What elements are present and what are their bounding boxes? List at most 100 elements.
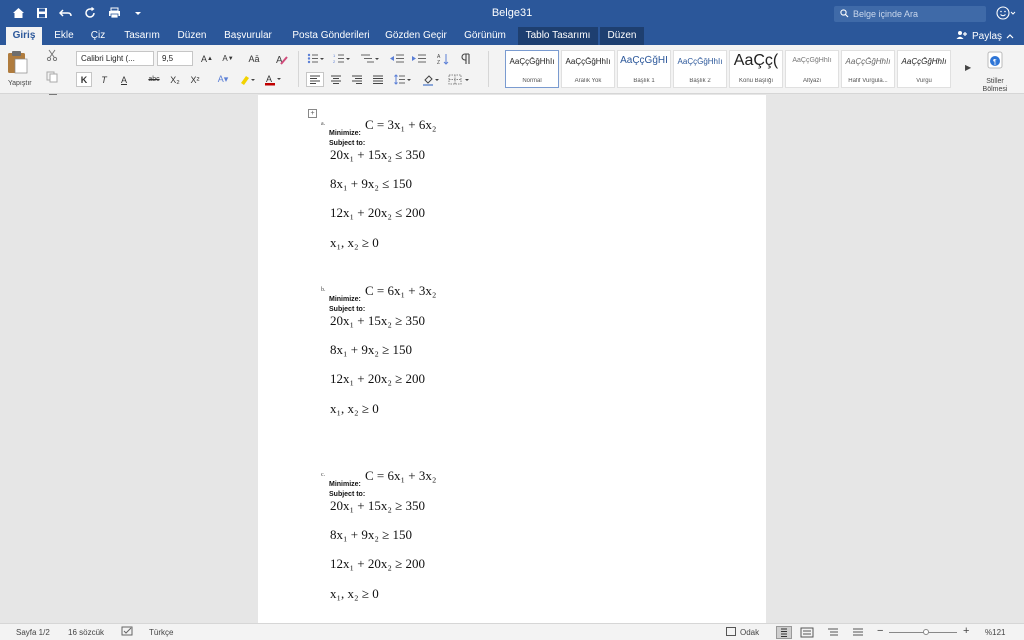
objective-function: C = 6x₁ + 3x₂: [365, 283, 437, 298]
highlight-icon[interactable]: [236, 72, 258, 87]
minimize-label: Minimize:: [329, 296, 361, 303]
increase-indent-icon[interactable]: [410, 51, 428, 66]
collapse-ribbon-icon[interactable]: [1006, 31, 1014, 42]
tab-ekle[interactable]: Ekle: [50, 27, 78, 45]
status-bar: Sayfa 1/2 16 sözcük Türkçe Odak − + %121: [0, 623, 1024, 640]
underline-button[interactable]: A: [116, 72, 132, 87]
constraint: x₁, x₂ ≥ 0: [330, 586, 379, 601]
search-icon: [840, 8, 849, 20]
objective-function: C = 3x₁ + 6x₂: [365, 117, 437, 132]
font-size-dropdown[interactable]: 9,5: [157, 51, 193, 66]
subject-to-label: Subject to:: [329, 306, 366, 313]
change-case-icon[interactable]: Aā: [244, 51, 264, 66]
bold-button[interactable]: K: [76, 72, 92, 87]
clear-formatting-icon[interactable]: A: [272, 51, 292, 66]
title-bar: Belge31 Belge içinde Ara: [0, 0, 1024, 27]
subscript-button[interactable]: X₂: [167, 72, 183, 87]
cut-icon[interactable]: [46, 48, 60, 66]
style-name: Aralık Yok: [574, 78, 602, 84]
constraint: 20x₁ + 15x₂ ≥ 350: [330, 498, 426, 513]
font-size-value: 9,5: [162, 54, 174, 63]
copy-icon[interactable]: [46, 70, 60, 88]
tab-giris[interactable]: Giriş: [6, 27, 42, 45]
style-sample: AaÇçĞğHhIı: [845, 57, 891, 66]
tab-tasarim[interactable]: Tasarım: [120, 27, 164, 45]
constraint: x₁, x₂ ≥ 0: [330, 235, 379, 250]
bullets-icon[interactable]: [305, 51, 327, 66]
document-page[interactable]: + a. C = 3x₁ + 6x₂ Minimize: Subject to:…: [258, 95, 766, 623]
constraint: 12x₁ + 20x₂ ≤ 200: [330, 205, 426, 220]
styles-more-icon[interactable]: ▶: [965, 63, 971, 72]
zoom-out-icon[interactable]: −: [877, 625, 883, 637]
styles-pane-button[interactable]: ¶ Stiller Bölmesi: [982, 51, 1008, 93]
tab-gozden-gecir[interactable]: Gözden Geçir: [383, 27, 449, 45]
zoom-slider-knob[interactable]: [923, 629, 929, 635]
tab-tablo-tasarimi[interactable]: Tablo Tasarımı: [518, 27, 598, 45]
superscript-button[interactable]: X²: [187, 72, 203, 87]
style-subtle-emphasis[interactable]: AaÇçĞğHhIı Hafif Vurgula...: [841, 50, 895, 88]
multilevel-list-icon[interactable]: [358, 51, 382, 66]
decrease-indent-icon[interactable]: [388, 51, 406, 66]
numbering-icon[interactable]: 12: [331, 51, 353, 66]
italic-button[interactable]: T: [96, 72, 112, 87]
tab-tablo-duzen[interactable]: Düzen: [600, 27, 644, 45]
style-normal[interactable]: AaÇçĞğHhIı Normal: [505, 50, 559, 88]
constraint: 12x₁ + 20x₂ ≥ 200: [330, 556, 426, 571]
subject-to-label: Subject to:: [329, 491, 366, 498]
style-sample: AaÇçĞğHhIı: [565, 57, 611, 66]
style-sample: AaÇç(: [733, 52, 779, 69]
outline-view-icon[interactable]: [826, 627, 840, 640]
page-count[interactable]: Sayfa 1/2: [16, 628, 50, 637]
style-heading-2[interactable]: AaÇçĞğHhIı Başlık 2: [673, 50, 727, 88]
language-label[interactable]: Türkçe: [149, 628, 173, 637]
sort-icon[interactable]: AZ: [436, 51, 452, 66]
font-name-dropdown[interactable]: Calibri Light (...: [76, 51, 154, 66]
paste-button[interactable]: Yapıştır: [6, 49, 40, 91]
shrink-font-icon[interactable]: A ▼: [220, 51, 236, 66]
word-count[interactable]: 16 sözcük: [68, 628, 104, 637]
shading-icon[interactable]: [420, 72, 442, 87]
style-sample: AaÇçĞğHI: [620, 55, 668, 66]
tab-posta-gonderileri[interactable]: Posta Gönderileri: [286, 27, 376, 45]
font-color-icon[interactable]: A: [262, 72, 284, 87]
focus-icon[interactable]: [726, 627, 736, 638]
draft-view-icon[interactable]: [851, 627, 865, 640]
align-center-icon[interactable]: [327, 72, 345, 87]
tab-duzen[interactable]: Düzen: [172, 27, 212, 45]
grow-font-icon[interactable]: A ▲: [199, 51, 215, 66]
show-paragraph-marks-icon[interactable]: [458, 51, 474, 66]
focus-label[interactable]: Odak: [740, 628, 759, 637]
search-box[interactable]: Belge içinde Ara: [834, 6, 986, 22]
justify-icon[interactable]: [369, 72, 387, 87]
feedback-smiley-icon[interactable]: [996, 5, 1016, 22]
zoom-level[interactable]: %121: [985, 628, 1005, 637]
style-subtitle[interactable]: AaÇçĞğHhIı Altyazı: [785, 50, 839, 88]
style-heading-1[interactable]: AaÇçĞğHI Başlık 1: [617, 50, 671, 88]
style-no-spacing[interactable]: AaÇçĞğHhIı Aralık Yok: [561, 50, 615, 88]
borders-icon[interactable]: [446, 72, 474, 87]
paste-icon: [8, 51, 28, 74]
problem-label: c.: [321, 472, 326, 478]
align-left-button[interactable]: [306, 72, 324, 87]
text-effects-icon[interactable]: A▾: [212, 72, 234, 87]
proofing-icon[interactable]: [121, 626, 135, 639]
table-move-handle-icon[interactable]: +: [308, 109, 317, 118]
web-layout-view-icon[interactable]: [800, 627, 814, 640]
style-title[interactable]: AaÇç( Konu Başlığı: [729, 50, 783, 88]
tab-basvurular[interactable]: Başvurular: [220, 27, 276, 45]
paste-label: Yapıştır: [8, 80, 32, 87]
constraint: 8x₁ + 9x₂ ≥ 150: [330, 527, 413, 542]
print-layout-view-icon[interactable]: [776, 626, 792, 639]
share-button[interactable]: Paylaş: [956, 30, 1014, 43]
style-name: Normal: [522, 78, 542, 84]
zoom-in-icon[interactable]: +: [963, 625, 969, 637]
style-emphasis[interactable]: AaÇçĞğHhIı Vurgu: [897, 50, 951, 88]
constraint: 8x₁ + 9x₂ ≤ 150: [330, 176, 413, 191]
tab-gorunum[interactable]: Görünüm: [458, 27, 512, 45]
style-sample: AaÇçĞğHhIı: [509, 57, 555, 66]
line-spacing-icon[interactable]: [392, 72, 414, 87]
minimize-label: Minimize:: [329, 481, 361, 488]
align-right-icon[interactable]: [348, 72, 366, 87]
strikethrough-button[interactable]: abc: [144, 72, 164, 87]
tab-ciz[interactable]: Çiz: [86, 27, 110, 45]
